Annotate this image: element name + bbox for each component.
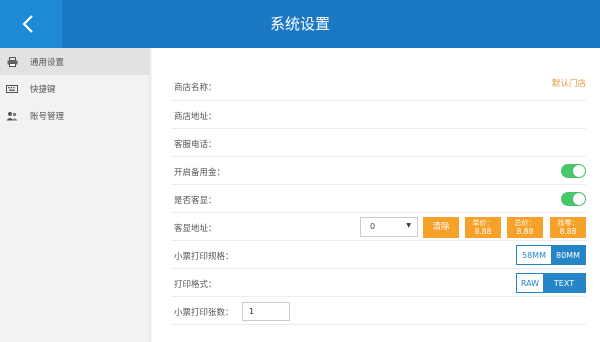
setting-row-shop-name: 商店名称： 默认门店 xyxy=(172,61,586,101)
change-value: 8.88 xyxy=(559,227,577,236)
toggle-knob xyxy=(573,165,585,177)
print-format-raw-option[interactable]: RAW xyxy=(517,274,543,292)
shop-name-value[interactable]: 默认门店 xyxy=(552,77,586,89)
sidebar-item-accounts[interactable]: 账号管理 xyxy=(0,102,149,129)
setting-row-receipt-spec: 小票打印规格： 58MM 80MM xyxy=(172,241,586,269)
clear-button[interactable]: 清除 xyxy=(423,217,459,238)
users-icon xyxy=(6,110,18,122)
print-format-segmented: RAW TEXT xyxy=(516,273,586,293)
setting-row-service-phone: 客服电话： xyxy=(172,129,586,157)
change-button[interactable]: 找零： 8.88 xyxy=(550,217,586,238)
shop-address-label: 商店地址： xyxy=(174,112,217,122)
receipt-spec-segmented: 58MM 80MM xyxy=(516,245,586,265)
display-address-select[interactable]: 0 ▼ xyxy=(360,217,418,237)
setting-row-print-copies: 小票打印张数： xyxy=(172,297,586,325)
caret-down-icon: ▼ xyxy=(406,222,411,229)
sidebar-item-label: 通用设置 xyxy=(30,57,65,68)
total-price-value: 8.88 xyxy=(516,227,534,236)
unit-price-button[interactable]: 单价： 8.88 xyxy=(465,217,501,238)
service-phone-label: 客服电话： xyxy=(174,140,217,150)
print-format-text-option[interactable]: TEXT xyxy=(543,274,585,292)
setting-row-print-format: 打印格式： RAW TEXT xyxy=(172,269,586,297)
shop-name-label: 商店名称： xyxy=(174,83,217,93)
keyboard-icon xyxy=(6,83,18,95)
settings-panel: 商店名称： 默认门店 商店地址： 客服电话： 开启备用金： 是否客显： 客显地址… xyxy=(152,48,600,342)
select-value: 0 xyxy=(370,222,376,231)
setting-row-petty-cash: 开启备用金： xyxy=(172,157,586,185)
receipt-spec-58mm-option[interactable]: 58MM xyxy=(517,246,551,264)
top-bar: 系统设置 xyxy=(0,0,600,48)
total-price-title: 总价： xyxy=(514,219,536,227)
sidebar-item-general[interactable]: 通用设置 xyxy=(0,48,149,75)
sidebar-item-label: 快捷键 xyxy=(30,84,56,95)
receipt-spec-label: 小票打印规格： xyxy=(174,252,234,262)
setting-row-customer-display: 是否客显： xyxy=(172,185,586,213)
page-title: 系统设置 xyxy=(269,15,330,33)
unit-price-value: 8.88 xyxy=(474,227,492,236)
setting-row-shop-address: 商店地址： xyxy=(172,101,586,129)
petty-cash-toggle[interactable] xyxy=(561,164,586,178)
total-price-button[interactable]: 总价： 8.88 xyxy=(507,217,543,238)
print-format-label: 打印格式： xyxy=(174,280,217,290)
petty-cash-label: 开启备用金： xyxy=(174,168,226,178)
sidebar-item-label: 账号管理 xyxy=(30,111,65,122)
printer-icon xyxy=(6,56,18,68)
display-address-label: 客显地址： xyxy=(174,224,217,234)
sidebar-item-shortcuts[interactable]: 快捷键 xyxy=(0,75,149,102)
receipt-spec-80mm-option[interactable]: 80MM xyxy=(551,246,585,264)
print-copies-label: 小票打印张数： xyxy=(174,308,234,318)
toggle-knob xyxy=(573,193,585,205)
print-copies-input[interactable] xyxy=(242,302,290,321)
unit-price-title: 单价： xyxy=(472,219,494,227)
customer-display-label: 是否客显： xyxy=(174,196,217,206)
setting-row-display-address: 客显地址： 0 ▼ 清除 单价： 8.88 总价： 8.88 找零： 8.88 xyxy=(172,213,586,241)
change-title: 找零： xyxy=(557,219,579,227)
sidebar: 通用设置 快捷键 账号管理 xyxy=(0,48,150,342)
customer-display-toggle[interactable] xyxy=(561,192,586,206)
